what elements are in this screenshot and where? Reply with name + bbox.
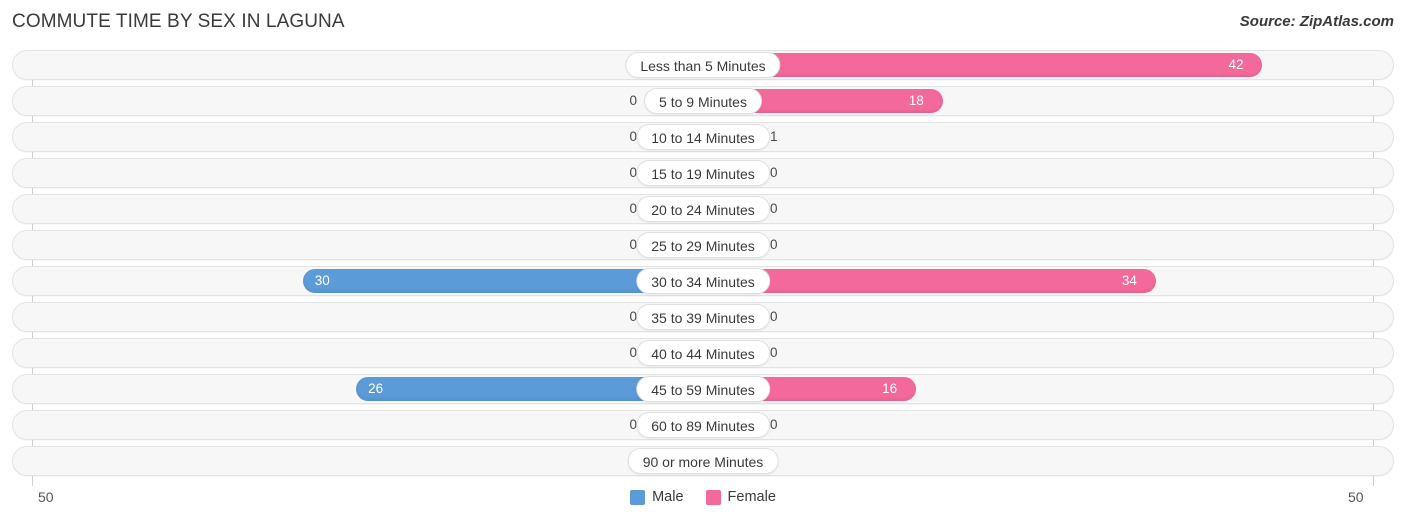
value-label-female: 0 (770, 237, 778, 252)
table-row[interactable]: 0 0 15 to 19 Minutes (0, 158, 1406, 188)
row-bars: 30 34 30 to 34 Minutes (0, 266, 1406, 296)
value-label-female: 1 (770, 129, 778, 144)
row-bars: 042Less than 5 Minutes (0, 50, 1406, 80)
row-bars: 0 0 25 to 29 Minutes (0, 230, 1406, 260)
category-label: 5 to 9 Minutes (644, 88, 762, 114)
table-row[interactable]: 0 0 25 to 29 Minutes (0, 230, 1406, 260)
value-label-male: 26 (368, 381, 384, 396)
plot-area: 042Less than 5 Minutes0185 to 9 Minutes0… (0, 50, 1406, 486)
legend-item-male[interactable]: Male (630, 489, 684, 505)
row-bars: 0 0 60 to 89 Minutes (0, 410, 1406, 440)
category-label: 25 to 29 Minutes (636, 232, 770, 258)
bar-rows: 042Less than 5 Minutes0185 to 9 Minutes0… (0, 50, 1406, 482)
value-label-male: 0 (629, 165, 637, 180)
value-label-female: 0 (770, 417, 778, 432)
value-label-male: 0 (629, 309, 637, 324)
table-row[interactable]: 0090 or more Minutes (0, 446, 1406, 476)
category-label: 40 to 44 Minutes (636, 340, 770, 366)
row-bars: 0 0 20 to 24 Minutes (0, 194, 1406, 224)
page-title: COMMUTE TIME BY SEX IN LAGUNA (12, 11, 345, 32)
table-row[interactable]: 0 0 20 to 24 Minutes (0, 194, 1406, 224)
row-bars: 0 0 15 to 19 Minutes (0, 158, 1406, 188)
table-row[interactable]: 0 0 40 to 44 Minutes (0, 338, 1406, 368)
category-label: 90 or more Minutes (627, 448, 779, 474)
value-label-male: 0 (629, 417, 637, 432)
chart-header: COMMUTE TIME BY SEX IN LAGUNA Source: Zi… (0, 0, 1406, 44)
value-label-female: 0 (770, 345, 778, 360)
source-attribution: Source: ZipAtlas.com (1239, 13, 1394, 30)
category-label: 10 to 14 Minutes (636, 124, 770, 150)
row-bars: 0 18 5 to 9 Minutes (0, 86, 1406, 116)
table-row[interactable]: 30 34 30 to 34 Minutes (0, 266, 1406, 296)
value-label-female: 18 (908, 93, 924, 108)
value-label-male: 30 (314, 273, 330, 288)
table-row[interactable]: 0 18 5 to 9 Minutes (0, 86, 1406, 116)
chart-footer: 50 50 Male Female (0, 484, 1406, 523)
value-label-female: 0 (770, 165, 778, 180)
table-row[interactable]: 042Less than 5 Minutes (0, 50, 1406, 80)
value-label-female: 0 (770, 309, 778, 324)
row-bars: 26 16 45 to 59 Minutes (0, 374, 1406, 404)
category-label: 30 to 34 Minutes (636, 268, 770, 294)
value-label-male: 0 (629, 237, 637, 252)
bar-female[interactable] (703, 269, 1156, 293)
row-bars: 0 0 40 to 44 Minutes (0, 338, 1406, 368)
category-label: 15 to 19 Minutes (636, 160, 770, 186)
row-bars: 0090 or more Minutes (0, 446, 1406, 476)
category-label: 45 to 59 Minutes (636, 376, 770, 402)
row-bars: 0 1 10 to 14 Minutes (0, 122, 1406, 152)
value-label-female: 0 (770, 201, 778, 216)
commute-time-chart: COMMUTE TIME BY SEX IN LAGUNA Source: Zi… (0, 0, 1406, 523)
value-label-male: 0 (629, 201, 637, 216)
value-label-female: 34 (1121, 273, 1137, 288)
legend-swatch-female-icon (705, 489, 721, 505)
category-label: Less than 5 Minutes (625, 52, 781, 78)
row-bars: 0 0 35 to 39 Minutes (0, 302, 1406, 332)
table-row[interactable]: 0 0 60 to 89 Minutes (0, 410, 1406, 440)
value-label-male: 0 (629, 129, 637, 144)
table-row[interactable]: 26 16 45 to 59 Minutes (0, 374, 1406, 404)
legend-swatch-male-icon (630, 489, 646, 505)
value-label-male: 0 (629, 345, 637, 360)
value-label-male: 0 (629, 93, 637, 108)
value-label-female: 16 (882, 381, 898, 396)
value-label-female: 42 (1228, 57, 1244, 72)
legend: Male Female (0, 489, 1406, 505)
table-row[interactable]: 0 0 35 to 39 Minutes (0, 302, 1406, 332)
category-label: 35 to 39 Minutes (636, 304, 770, 330)
bar-female[interactable] (703, 53, 1263, 77)
legend-item-female[interactable]: Female (705, 489, 776, 505)
legend-label-female: Female (727, 489, 776, 505)
legend-label-male: Male (652, 489, 684, 505)
category-label: 60 to 89 Minutes (636, 412, 770, 438)
category-label: 20 to 24 Minutes (636, 196, 770, 222)
table-row[interactable]: 0 1 10 to 14 Minutes (0, 122, 1406, 152)
